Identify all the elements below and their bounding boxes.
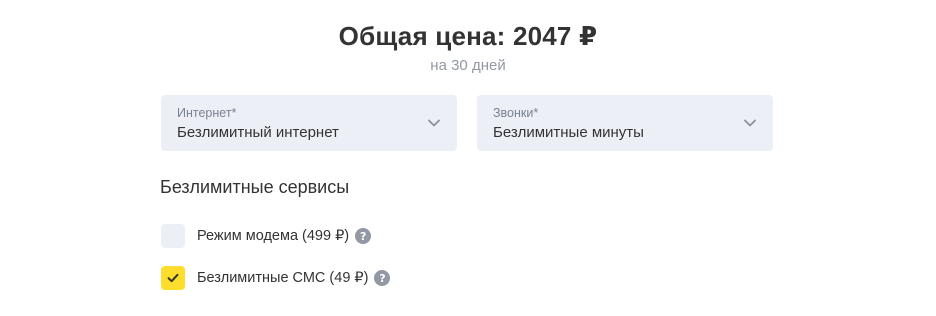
price-period: на 30 дней — [430, 57, 506, 74]
price-summary: Общая цена: 2047 ₽ на 30 дней — [0, 18, 936, 76]
unlimited-services-heading: Безлимитные сервисы — [160, 177, 350, 197]
modem-option-label: Режим модема (499 ₽) — [197, 228, 350, 244]
modem-checkbox[interactable] — [161, 224, 185, 248]
calls-select-value: Безлимитные минуты — [493, 124, 644, 141]
calls-select-label: Звонки* — [493, 106, 539, 120]
checkmark-icon — [167, 273, 179, 283]
help-icon[interactable]: ? — [374, 270, 391, 286]
internet-select-label: Интернет* — [177, 106, 237, 120]
chevron-down-icon — [428, 119, 440, 127]
internet-select[interactable]: Интернет* Безлимитный интернет — [161, 95, 457, 151]
chevron-down-icon — [744, 119, 756, 127]
sms-checkbox[interactable] — [161, 266, 185, 290]
service-option-sms: Безлимитные СМС (49 ₽) ? — [161, 266, 391, 290]
service-option-modem: Режим модема (499 ₽) ? — [161, 224, 372, 248]
total-price-title: Общая цена: 2047 ₽ — [338, 21, 598, 51]
help-icon[interactable]: ? — [355, 228, 372, 244]
internet-select-value: Безлимитный интернет — [177, 124, 339, 141]
calls-select[interactable]: Звонки* Безлимитные минуты — [477, 95, 773, 151]
sms-option-label: Безлимитные СМС (49 ₽) — [197, 270, 369, 286]
